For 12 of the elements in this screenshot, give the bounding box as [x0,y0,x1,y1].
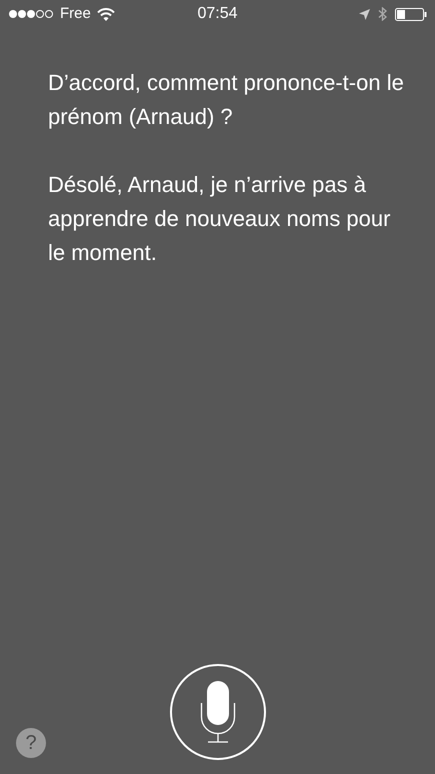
microphone-icon [200,681,236,743]
carrier-name: Free [60,4,91,24]
bluetooth-icon [378,7,387,21]
wifi-icon [96,8,115,20]
help-button[interactable]: ? [16,728,46,758]
clock-time: 07:54 [197,4,238,24]
microphone-button[interactable] [170,664,266,760]
assistant-message: D’accord, comment prononce-t-on le prénom (Arnaud) ? [48,69,405,131]
assistant-message: Désolé, Arnaud, je n’arrive pas à apprendre de nouveaux noms pour le moment. [48,171,392,267]
location-arrow-icon [359,8,370,20]
signal-icon [8,9,54,19]
battery-icon [395,8,427,20]
